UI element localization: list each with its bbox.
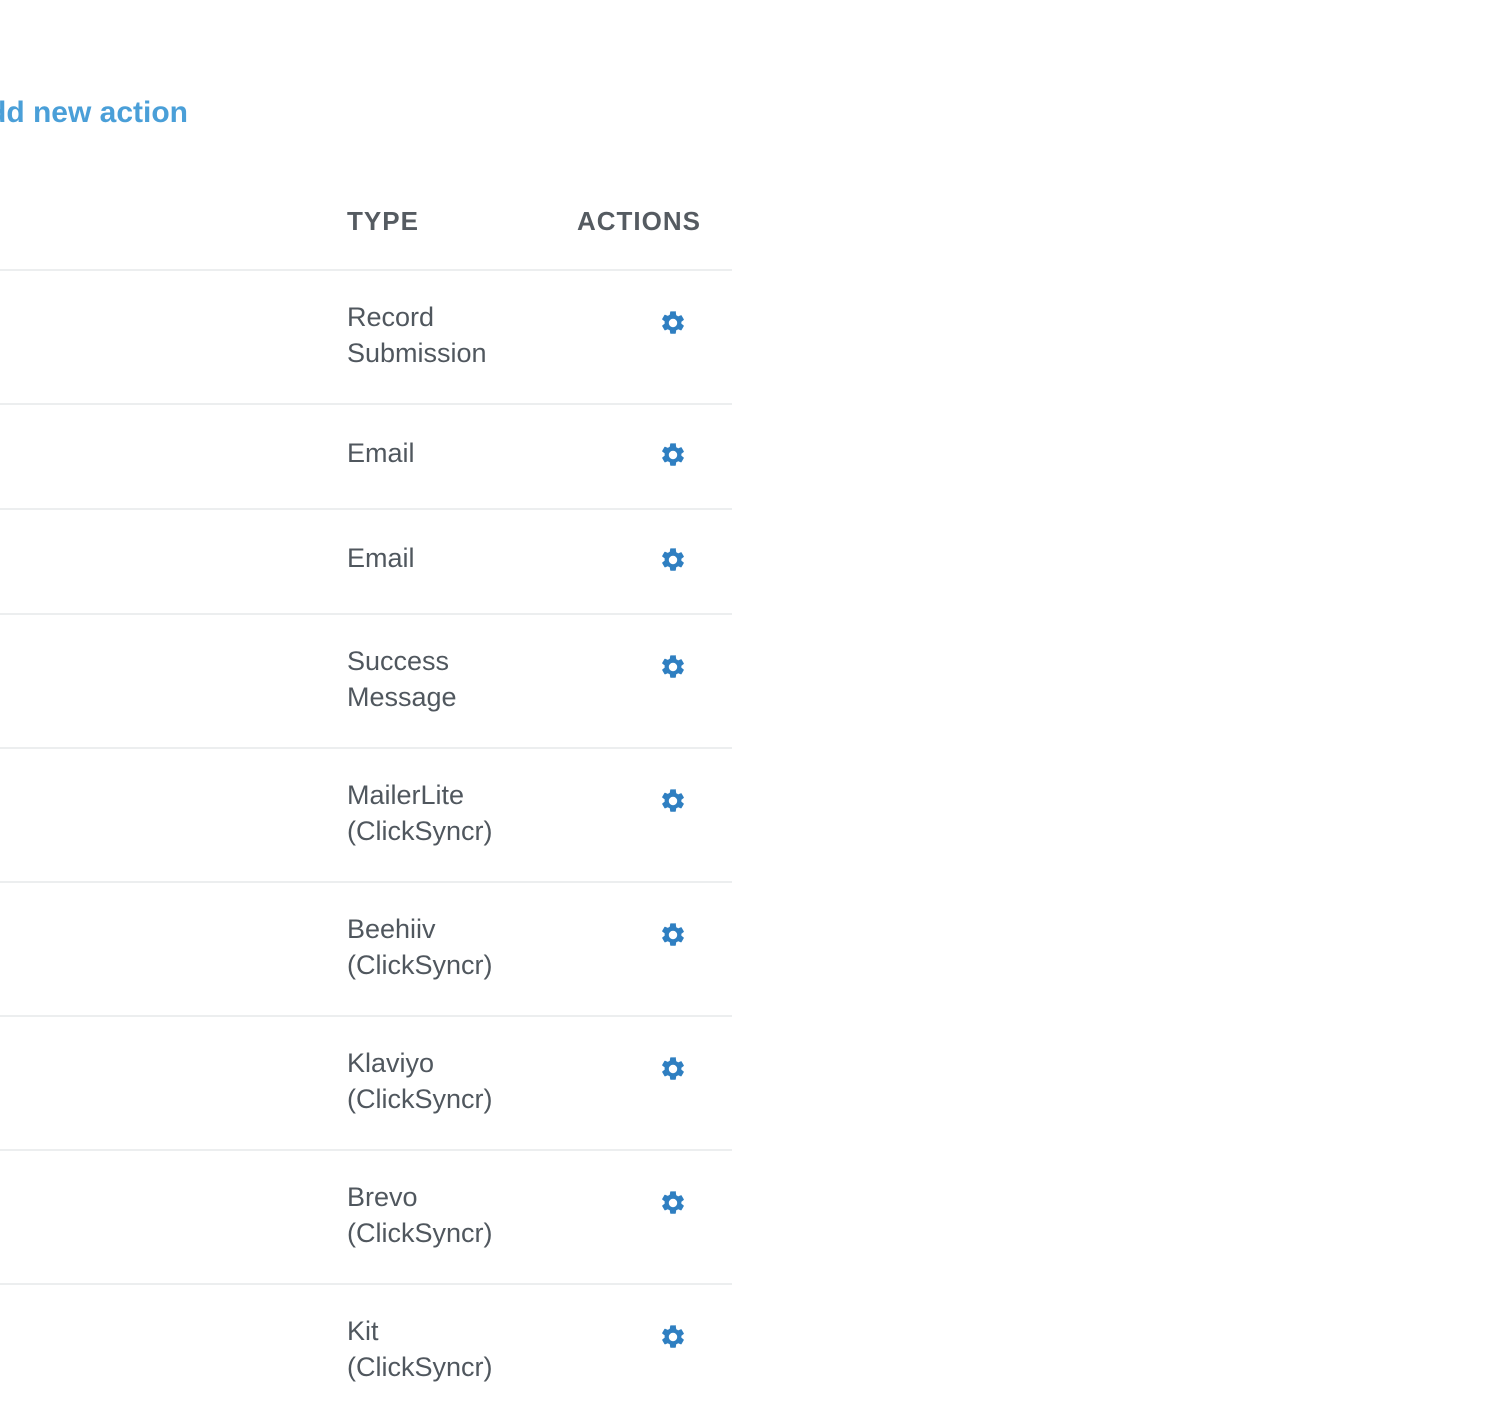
gear-icon[interactable] [659,1189,687,1217]
row-type: Email [347,438,415,468]
row-type: Kit (ClickSyncr) [347,1316,493,1382]
gear-icon[interactable] [659,921,687,949]
row-type: Record Submission [347,302,487,368]
gear-icon[interactable] [659,1323,687,1351]
row-type: Success Message [347,646,457,712]
table-row: Beehiiv (ClickSyncr) [0,883,732,1017]
row-type: Beehiiv (ClickSyncr) [347,914,493,980]
table-header: TYPE ACTIONS [0,170,732,271]
gear-icon[interactable] [659,309,687,337]
gear-icon[interactable] [659,1055,687,1083]
actions-table: TYPE ACTIONS Record Submission Email Ema… [0,170,732,1425]
row-type: Klaviyo (ClickSyncr) [347,1048,493,1114]
table-row: Success Message [0,615,732,749]
gear-icon[interactable] [659,787,687,815]
row-type: Brevo (ClickSyncr) [347,1182,493,1248]
add-new-action-link[interactable]: dd new action [0,96,188,130]
gear-icon[interactable] [659,546,687,574]
column-header-actions: ACTIONS [577,206,701,236]
gear-icon[interactable] [659,653,687,681]
column-header-type: TYPE [347,206,419,236]
table-row: Kit (ClickSyncr) [0,1285,732,1425]
row-type: MailerLite (ClickSyncr) [347,780,493,846]
table-row: Record Submission [0,271,732,405]
table-row: Brevo (ClickSyncr) [0,1151,732,1285]
table-row: MailerLite (ClickSyncr) [0,749,732,883]
table-row: Klaviyo (ClickSyncr) [0,1017,732,1151]
table-row: Email [0,510,732,615]
row-type: Email [347,543,415,573]
gear-icon[interactable] [659,441,687,469]
table-row: Email [0,405,732,510]
